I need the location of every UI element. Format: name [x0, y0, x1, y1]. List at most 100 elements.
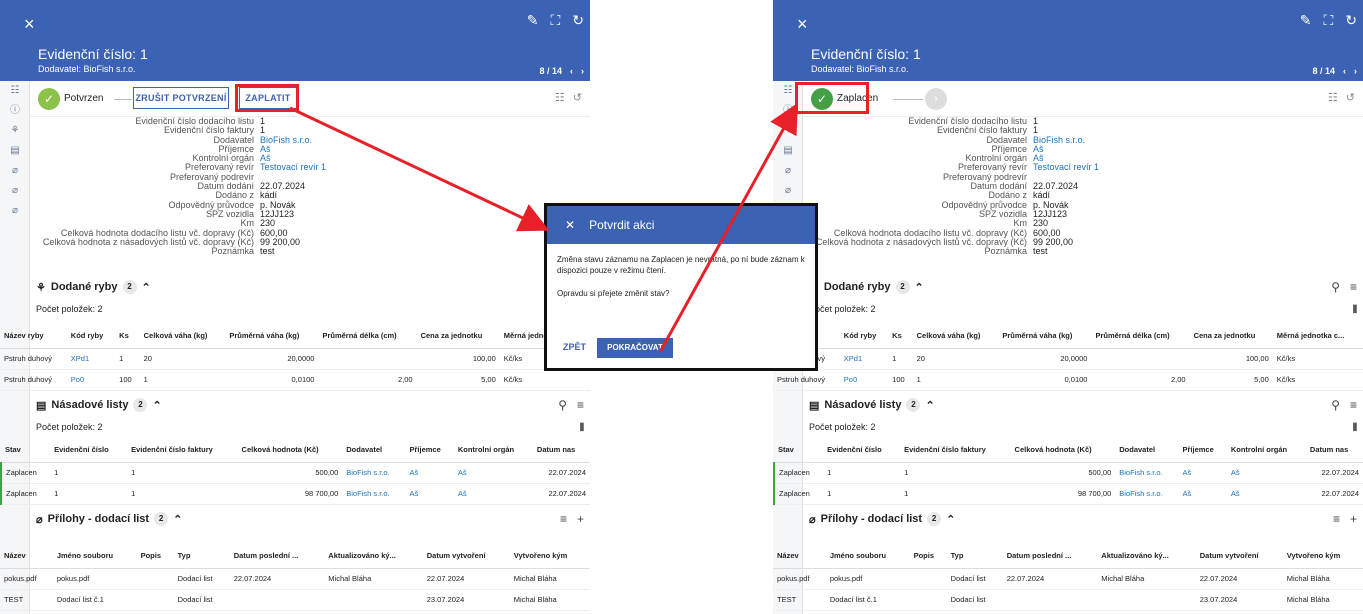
detail-value[interactable]: Testovací revír 1 — [1033, 163, 1099, 173]
chevron-right-icon[interactable]: › — [1354, 66, 1357, 76]
table-cell[interactable]: XPd1 — [66, 348, 116, 370]
chevron-up-icon[interactable]: ⌃ — [946, 513, 955, 526]
column-header[interactable]: Příjemce — [1178, 438, 1227, 463]
column-header[interactable]: Vytvořeno kým — [1282, 544, 1363, 569]
table-row[interactable]: Zaplacen 1 1 98 700,00 BioFish s.r.o. Aš Aš 22.… — [0, 483, 590, 505]
history-icon[interactable]: ↺ — [573, 91, 582, 104]
expand-icon[interactable]: ⛶ — [550, 12, 560, 29]
table-cell[interactable]: Aš — [1178, 483, 1227, 505]
column-header[interactable]: Datum vytvoření — [1195, 544, 1283, 569]
column-header[interactable]: Evidenční číslo faktury — [900, 438, 1011, 463]
section-header[interactable]: ▤ Násadové listy 2 ⌃ — [36, 398, 162, 412]
column-header[interactable]: Průměrná váha (kg) — [225, 324, 319, 349]
list-icon[interactable]: ≡ — [1350, 280, 1357, 294]
expand-icon[interactable]: ⛶ — [1323, 12, 1333, 29]
list-icon[interactable]: ≡ — [577, 398, 584, 412]
column-header[interactable]: Popis — [136, 544, 174, 569]
column-header[interactable]: Název ryby — [0, 324, 67, 349]
list-icon[interactable]: ≡ — [560, 512, 567, 526]
column-header[interactable]: Příjemce — [405, 438, 454, 463]
table-cell[interactable]: XPd1 — [839, 348, 889, 370]
section-header[interactable]: ⚘ Dodané ryby 2 ⌃ — [809, 280, 924, 294]
columns-icon[interactable]: ⫼ — [580, 422, 584, 433]
table-cell[interactable]: BioFish s.r.o. — [342, 462, 406, 484]
column-header[interactable]: Datum nas — [532, 438, 590, 463]
search-icon[interactable]: ⚲ — [558, 398, 567, 412]
table-cell[interactable]: BioFish s.r.o. — [1115, 483, 1179, 505]
fish-icon[interactable]: ⚘ — [0, 121, 30, 141]
table-row[interactable]: pokus.pdf pokus.pdf Dodací list 22.07.2024 M… — [773, 568, 1363, 590]
column-header[interactable]: Datum nas — [1305, 438, 1363, 463]
column-header[interactable]: Název — [773, 544, 826, 569]
table-cell[interactable]: BioFish s.r.o. — [1115, 462, 1179, 484]
column-header[interactable]: Celková hodnota (Kč) — [237, 438, 343, 463]
column-header[interactable]: Ks — [115, 324, 140, 349]
table-cell[interactable]: Po0 — [839, 369, 889, 391]
table-row[interactable]: TEST Dodací list č.1 Dodací list 23.07.2024… — [0, 589, 590, 611]
table-cell[interactable]: Aš — [453, 483, 533, 505]
table-cell[interactable]: Aš — [405, 483, 454, 505]
column-header[interactable]: Kód ryby — [66, 324, 116, 349]
list-icon[interactable]: ≡ — [1350, 398, 1357, 412]
table-row[interactable]: Zaplacen 1 1 98 700,00 BioFish s.r.o. Aš Aš 22.… — [773, 483, 1363, 505]
table-cell[interactable]: Aš — [1226, 462, 1306, 484]
table-row[interactable]: pokus.pdf pokus.pdf Dodací list 22.07.2024 M… — [0, 568, 590, 590]
table-cell[interactable]: Aš — [1178, 462, 1227, 484]
column-header[interactable]: Průměrná váha (kg) — [998, 324, 1092, 349]
chevron-up-icon[interactable]: ⌃ — [915, 281, 924, 294]
column-header[interactable]: Datum poslední ... — [229, 544, 325, 569]
paperclip-icon[interactable]: ⌀ — [0, 201, 30, 221]
table-row[interactable]: Pstruh duhový Po0 100 1 0,0100 2,00 5,00 Kč/ks — [0, 369, 590, 391]
table-row[interactable]: Pstruh duhovýXPd112020,0000100,00Kč/ks — [773, 348, 1363, 370]
column-header[interactable]: Stav — [1, 438, 51, 463]
column-header[interactable]: Dodavatel — [342, 438, 406, 463]
chevron-up-icon[interactable]: ⌃ — [925, 399, 934, 412]
section-header[interactable]: ⌀ Přílohy - dodací list 2 ⌃ — [36, 512, 182, 526]
section-header[interactable]: ⌀ Přílohy - dodací list 2 ⌃ — [809, 512, 955, 526]
list-icon[interactable]: ≡ — [1333, 512, 1340, 526]
refresh-icon[interactable]: ↻ — [572, 12, 584, 29]
chevron-up-icon[interactable]: ⌃ — [152, 399, 161, 412]
column-header[interactable]: Evidenční číslo faktury — [127, 438, 238, 463]
chevron-left-icon[interactable]: ‹ — [1343, 66, 1346, 76]
tree-icon[interactable]: ☷ — [555, 91, 565, 104]
paperclip-icon[interactable]: ⌀ — [0, 181, 30, 201]
column-header[interactable]: Datum vytvoření — [422, 544, 510, 569]
column-header[interactable]: Průměrná délka (cm) — [1091, 324, 1190, 349]
column-header[interactable]: Aktualizováno ký... — [1097, 544, 1196, 569]
back-button[interactable]: ZPĚT — [563, 342, 586, 352]
table-row[interactable]: Zaplacen 1 1 500,00 BioFish s.r.o. Aš Aš 22.07.… — [0, 462, 590, 484]
section-header[interactable]: ⚘ Dodané ryby 2 ⌃ — [36, 280, 151, 294]
column-header[interactable]: Evidenční číslo — [50, 438, 128, 463]
pencil-icon[interactable]: ✎ — [1300, 12, 1312, 29]
chevron-left-icon[interactable]: ‹ — [570, 66, 573, 76]
column-header[interactable]: Dodavatel — [1115, 438, 1179, 463]
table-cell[interactable]: BioFish s.r.o. — [342, 483, 406, 505]
paperclip-icon[interactable]: ⌀ — [773, 161, 803, 181]
section-header[interactable]: ▤ Násadové listy 2 ⌃ — [809, 398, 935, 412]
plus-icon[interactable]: + — [1350, 512, 1357, 526]
info-icon[interactable]: ⓘ — [0, 101, 30, 121]
history-icon[interactable]: ↺ — [1346, 91, 1355, 104]
column-header[interactable]: Typ — [946, 544, 1003, 569]
column-header[interactable]: Celková hodnota (Kč) — [1010, 438, 1116, 463]
table-row[interactable]: Pstruh duhový Po0 100 1 0,0100 2,00 5,00 Kč/ks — [773, 369, 1363, 391]
fish-icon[interactable]: ⚘ — [773, 121, 803, 141]
column-header[interactable]: Měrná jednotka c... — [1272, 324, 1363, 349]
column-header[interactable]: Jméno souboru — [825, 544, 910, 569]
pencil-icon[interactable]: ✎ — [527, 12, 539, 29]
columns-icon[interactable]: ⫼ — [1353, 304, 1357, 315]
search-icon[interactable]: ⚲ — [1331, 398, 1340, 412]
column-header[interactable]: Typ — [173, 544, 230, 569]
tree-icon[interactable]: ☷ — [0, 81, 30, 101]
continue-button[interactable]: POKRAČOVAT — [597, 338, 673, 358]
column-header[interactable]: Kontrolní orgán — [1226, 438, 1306, 463]
chevron-up-icon[interactable]: ⌃ — [173, 513, 182, 526]
column-header[interactable]: Název — [0, 544, 53, 569]
close-icon[interactable]: × — [24, 14, 35, 35]
table-row[interactable]: Zaplacen 1 1 500,00 BioFish s.r.o. Aš Aš 22.07.… — [773, 462, 1363, 484]
column-header[interactable]: Cena za jednotku — [1189, 324, 1273, 349]
column-header[interactable]: Aktualizováno ký... — [324, 544, 423, 569]
table-cell[interactable]: Po0 — [66, 369, 116, 391]
column-header[interactable]: Stav — [774, 438, 824, 463]
